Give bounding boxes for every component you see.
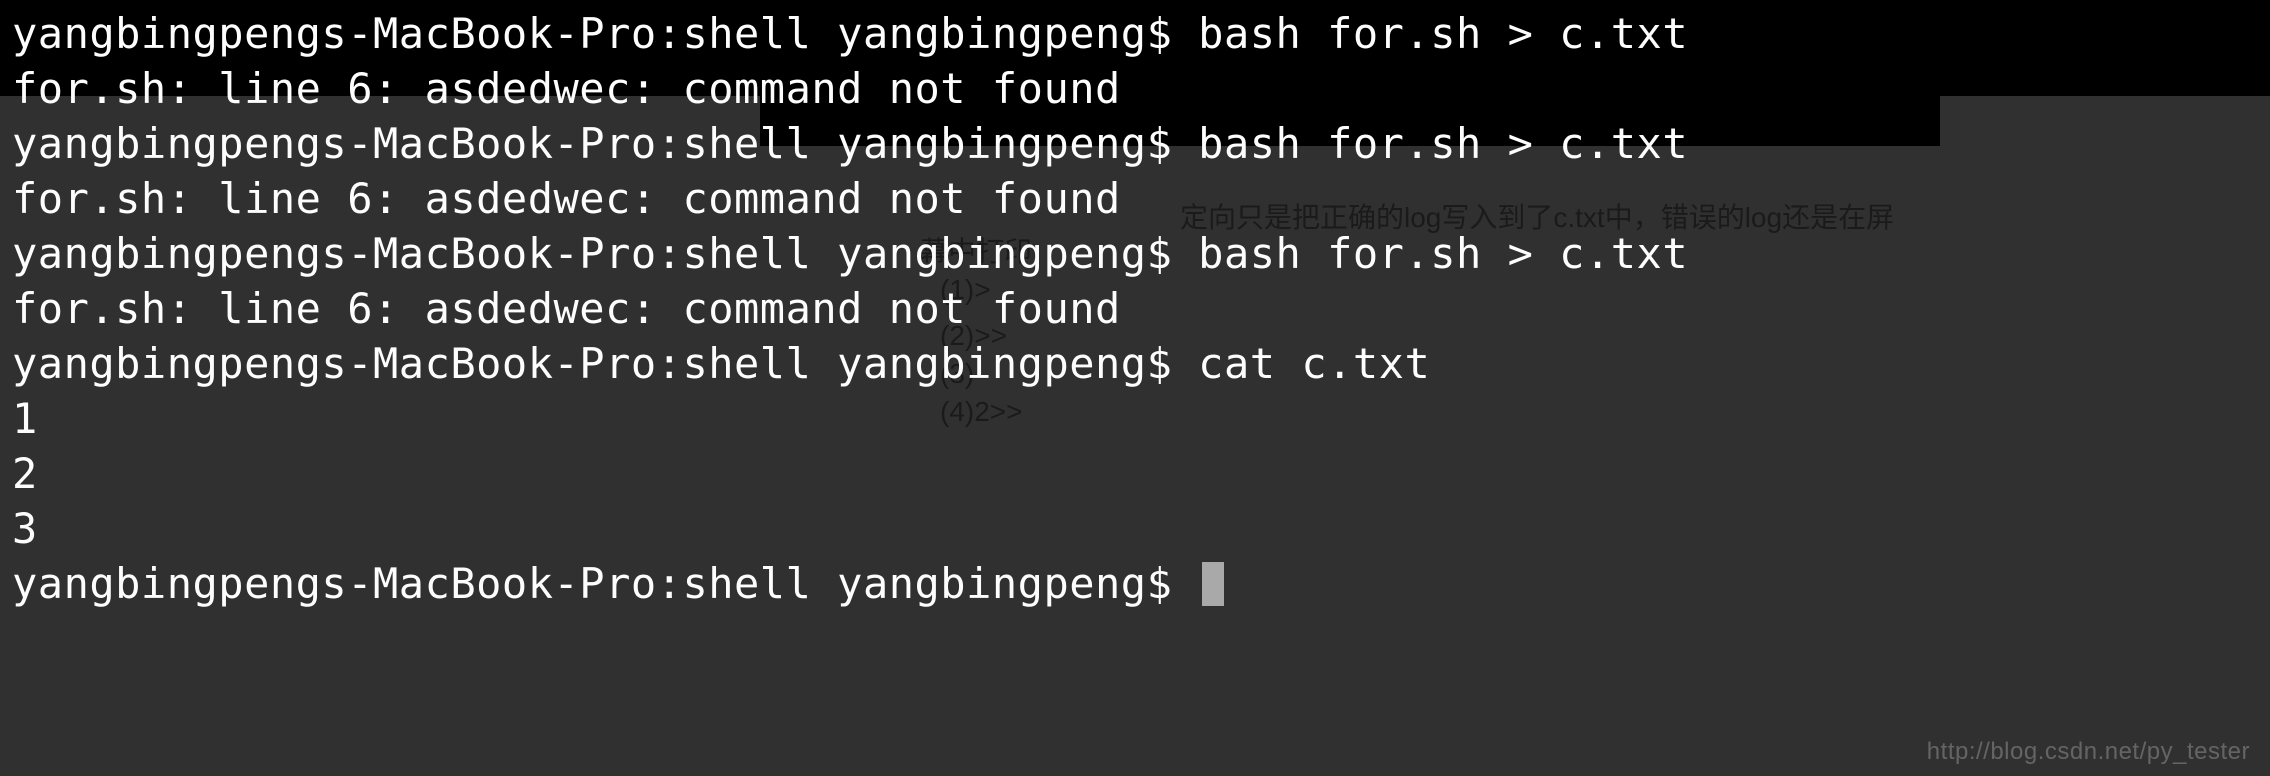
shell-prompt: yangbingpengs-MacBook-Pro:shell yangbing… [12, 9, 1198, 58]
shell-command: bash for.sh > c.txt [1198, 119, 1688, 168]
shell-prompt: yangbingpengs-MacBook-Pro:shell yangbing… [12, 559, 1198, 608]
output-text: for.sh: line 6: asdedwec: command not fo… [12, 284, 1121, 333]
terminal-prompt-line: yangbingpengs-MacBook-Pro:shell yangbing… [12, 6, 2258, 61]
terminal-output-line: 2 [12, 446, 2258, 501]
terminal-window[interactable]: size/400/fill/I0JFQkFCMA==/dissolve/70/g… [0, 0, 2270, 776]
terminal-prompt-line: yangbingpengs-MacBook-Pro:shell yangbing… [12, 556, 2258, 611]
output-text: 2 [12, 449, 38, 498]
shell-prompt: yangbingpengs-MacBook-Pro:shell yangbing… [12, 339, 1198, 388]
terminal-prompt-line: yangbingpengs-MacBook-Pro:shell yangbing… [12, 226, 2258, 281]
terminal-output-line: for.sh: line 6: asdedwec: command not fo… [12, 281, 2258, 336]
terminal-output-line: 3 [12, 501, 2258, 556]
terminal-output-line: 1 [12, 391, 2258, 446]
terminal-output-line: for.sh: line 6: asdedwec: command not fo… [12, 171, 2258, 226]
shell-command: cat c.txt [1198, 339, 1430, 388]
shell-prompt: yangbingpengs-MacBook-Pro:shell yangbing… [12, 229, 1198, 278]
terminal-prompt-line: yangbingpengs-MacBook-Pro:shell yangbing… [12, 336, 2258, 391]
shell-command: bash for.sh > c.txt [1198, 9, 1688, 58]
watermark-text: http://blog.csdn.net/py_tester [1927, 738, 2250, 766]
output-text: 1 [12, 394, 38, 443]
output-text: 3 [12, 504, 38, 553]
terminal-prompt-line: yangbingpengs-MacBook-Pro:shell yangbing… [12, 116, 2258, 171]
terminal-output-area[interactable]: yangbingpengs-MacBook-Pro:shell yangbing… [12, 6, 2258, 611]
shell-command: bash for.sh > c.txt [1198, 229, 1688, 278]
output-text: for.sh: line 6: asdedwec: command not fo… [12, 64, 1121, 113]
terminal-cursor [1202, 562, 1224, 606]
terminal-output-line: for.sh: line 6: asdedwec: command not fo… [12, 61, 2258, 116]
output-text: for.sh: line 6: asdedwec: command not fo… [12, 174, 1121, 223]
shell-prompt: yangbingpengs-MacBook-Pro:shell yangbing… [12, 119, 1198, 168]
